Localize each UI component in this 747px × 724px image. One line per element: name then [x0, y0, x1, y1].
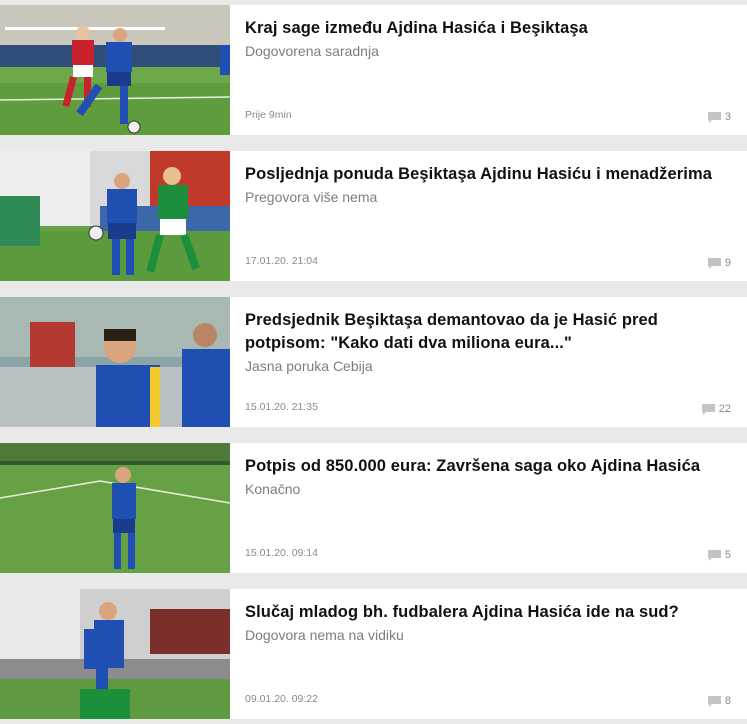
article-thumbnail[interactable]: [0, 589, 230, 719]
comment-icon: [707, 695, 721, 707]
comment-count[interactable]: 3: [707, 111, 731, 123]
article-date: 15.01.20. 09:14: [245, 547, 318, 559]
article-subtitle: Pregovora više nema: [245, 189, 378, 205]
article-title[interactable]: Predsjednik Beşiktaşa demantovao da je H…: [245, 309, 735, 355]
comment-icon: [707, 111, 721, 123]
article-subtitle: Dogovora nema na vidiku: [245, 627, 404, 643]
article-thumbnail[interactable]: [0, 297, 230, 427]
article-thumbnail[interactable]: [0, 443, 230, 573]
comment-count-value: 3: [724, 111, 731, 123]
article-title[interactable]: Potpis od 850.000 eura: Završena saga ok…: [245, 455, 735, 478]
article-title[interactable]: Kraj sage između Ajdina Hasića i Beşikta…: [245, 17, 735, 40]
article-date: 15.01.20. 21:35: [245, 401, 318, 413]
article-date: Prije 9min: [245, 109, 292, 121]
comment-icon: [701, 403, 715, 415]
comment-count[interactable]: 9: [707, 257, 731, 269]
article-card[interactable]: Posljednja ponuda Beşiktaşa Ajdinu Hasić…: [0, 151, 747, 281]
article-thumbnail[interactable]: [0, 151, 230, 281]
article-card[interactable]: Slučaj mladog bh. fudbalera Ajdina Hasić…: [0, 589, 747, 719]
article-subtitle: Konačno: [245, 481, 301, 497]
article-subtitle: Jasna poruka Cebija: [245, 358, 373, 374]
comment-count[interactable]: 5: [707, 549, 731, 561]
comment-icon: [707, 549, 721, 561]
comment-count[interactable]: 22: [701, 403, 731, 415]
article-feed: Kraj sage između Ajdina Hasića i Beşikta…: [0, 0, 747, 724]
article-date: 09.01.20. 09:22: [245, 693, 318, 705]
article-card[interactable]: Potpis od 850.000 eura: Završena saga ok…: [0, 443, 747, 573]
article-card[interactable]: Predsjednik Beşiktaşa demantovao da je H…: [0, 297, 747, 427]
article-thumbnail[interactable]: [0, 5, 230, 135]
comment-count[interactable]: 8: [707, 695, 731, 707]
article-card[interactable]: Kraj sage između Ajdina Hasića i Beşikta…: [0, 5, 747, 135]
article-title[interactable]: Posljednja ponuda Beşiktaşa Ajdinu Hasić…: [245, 163, 735, 186]
article-title[interactable]: Slučaj mladog bh. fudbalera Ajdina Hasić…: [245, 601, 735, 624]
comment-count-value: 8: [724, 695, 731, 707]
comment-count-value: 22: [718, 403, 731, 415]
article-subtitle: Dogovorena saradnja: [245, 43, 379, 59]
comment-count-value: 9: [724, 257, 731, 269]
comment-icon: [707, 257, 721, 269]
comment-count-value: 5: [724, 549, 731, 561]
article-date: 17.01.20. 21:04: [245, 255, 318, 267]
